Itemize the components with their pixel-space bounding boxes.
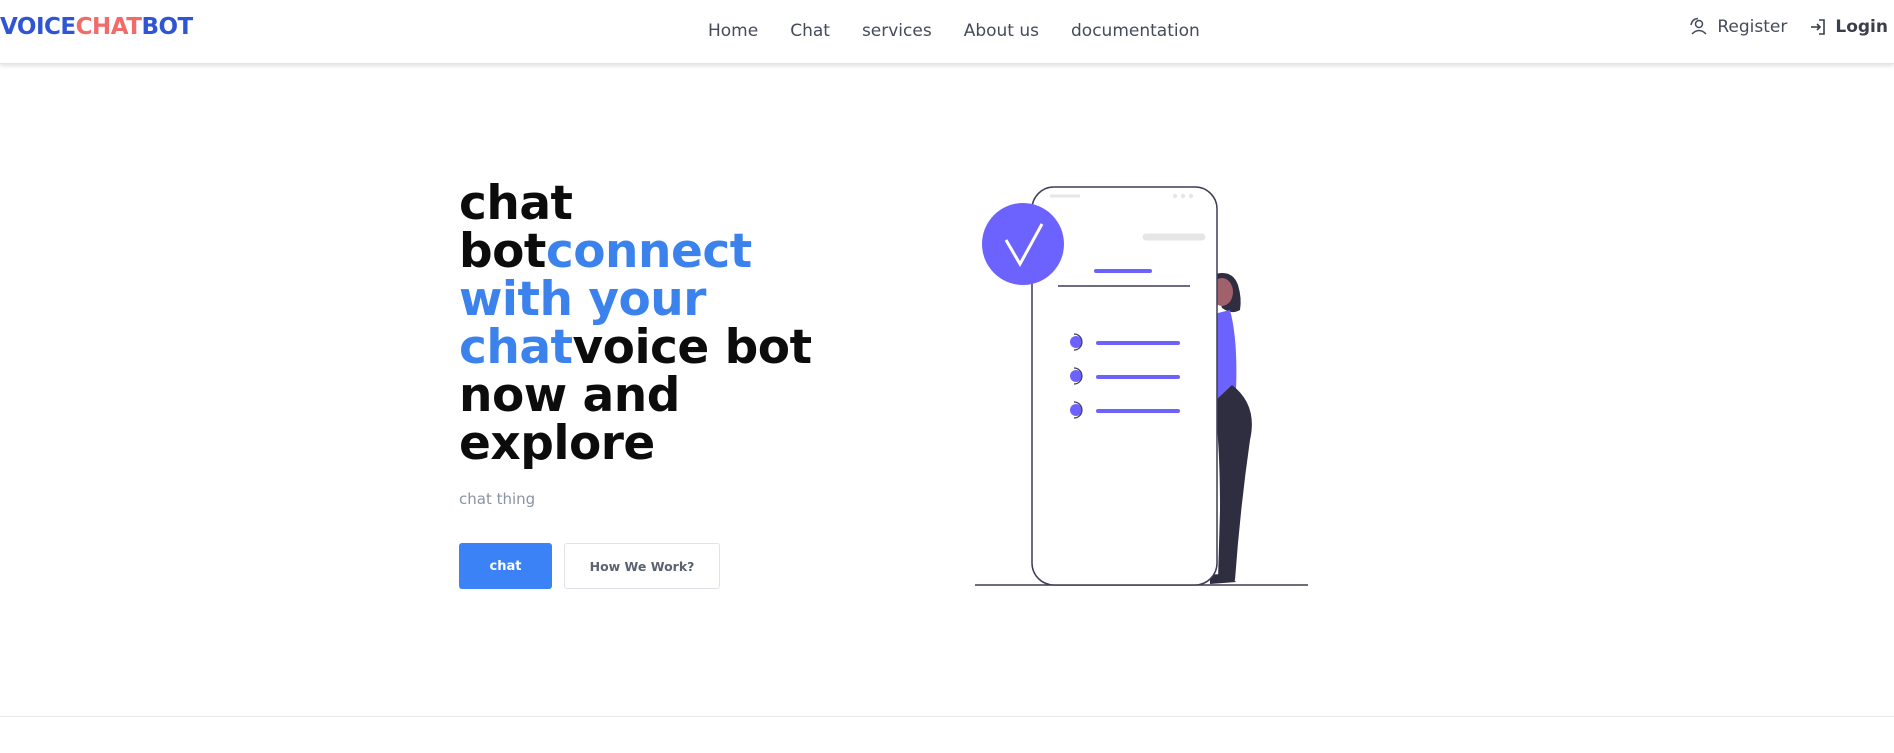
main-nav: Home Chat services About us documentatio…	[708, 21, 1200, 41]
hero-title-part-1: chat	[459, 176, 573, 231]
logo-voice: VOICE	[0, 14, 76, 40]
site-header: VOICECHATBOT Home Chat services About us…	[0, 0, 1894, 64]
login-label: Login	[1835, 17, 1888, 37]
phone-illustration	[975, 186, 1308, 586]
checkmark-badge-icon	[982, 203, 1064, 285]
logo-bot: BOT	[141, 14, 193, 40]
nav-documentation[interactable]: documentation	[1071, 21, 1200, 41]
login-icon	[1811, 19, 1826, 35]
register-link[interactable]: Register	[1689, 17, 1787, 37]
hero-title-part-3: connect	[545, 224, 752, 279]
user-register-icon	[1690, 17, 1707, 35]
how-we-work-button[interactable]: How We Work?	[564, 543, 720, 589]
hero-title-part-2: bot	[459, 224, 546, 279]
hero-title-part-7: now and	[459, 368, 680, 423]
register-label: Register	[1717, 17, 1788, 37]
hero-title-part-8: explore	[459, 416, 655, 471]
hero-title: chat botconnect with your chatvoice bot …	[459, 180, 819, 468]
nav-services[interactable]: services	[862, 21, 932, 41]
hero-title-part-6: voice bot	[572, 320, 813, 375]
hero-title-part-4: with your	[459, 272, 706, 327]
login-link[interactable]: Login	[1809, 17, 1888, 37]
hero-subtitle: chat thing	[459, 490, 536, 508]
nav-chat[interactable]: Chat	[790, 21, 830, 41]
nav-about-us[interactable]: About us	[964, 21, 1039, 41]
auth-links: Register Login	[1667, 17, 1888, 37]
nav-home[interactable]: Home	[708, 21, 758, 41]
logo-chat: CHAT	[75, 14, 142, 40]
hero-title-part-5: chat	[459, 320, 573, 375]
chat-button[interactable]: chat	[459, 543, 552, 589]
section-divider	[0, 716, 1894, 717]
brand-logo[interactable]: VOICECHATBOT	[0, 14, 193, 40]
